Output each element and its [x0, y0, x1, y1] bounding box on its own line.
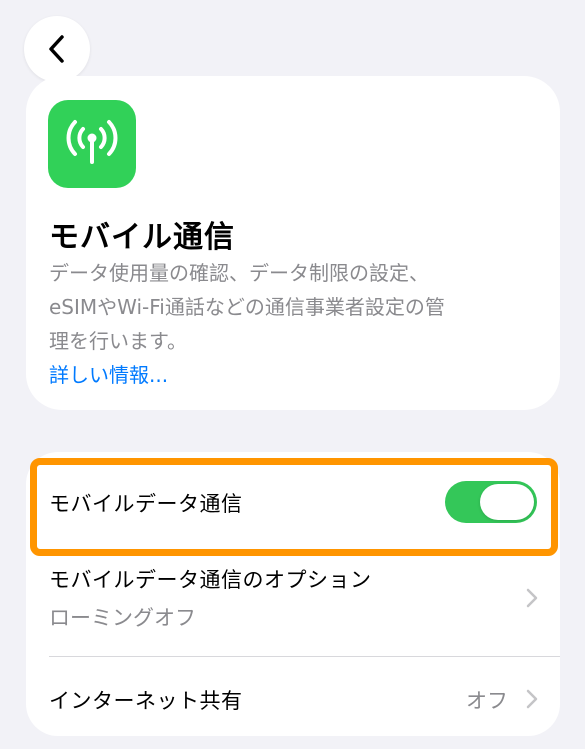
page-title: モバイル通信 [49, 220, 235, 255]
description: データ使用量の確認、データ制限の設定、 eSIMやWi-Fi通話などの通信事業者… [49, 256, 539, 358]
mobile-data-row: モバイルデータ通信 [26, 452, 560, 548]
personal-hotspot-value: オフ [466, 689, 508, 713]
personal-hotspot-label: インターネット共有 [49, 689, 243, 713]
chevron-left-icon [49, 35, 64, 63]
toggle-knob [480, 484, 534, 520]
description-line: データ使用量の確認、データ制限の設定、 [49, 261, 429, 285]
settings-group: モバイルデータ通信 モバイルデータ通信のオプション ローミングオフ インターネッ… [26, 452, 560, 736]
mobile-data-options-label: モバイルデータ通信のオプション [49, 568, 372, 592]
back-button[interactable] [24, 16, 90, 82]
learn-more-link[interactable]: 詳しい情報... [49, 358, 168, 392]
mobile-data-toggle[interactable] [445, 481, 537, 523]
roaming-status: ローミングオフ [49, 606, 196, 630]
antenna-icon [48, 100, 136, 188]
chevron-right-icon [526, 588, 538, 608]
chevron-right-icon [526, 689, 538, 709]
mobile-data-label: モバイルデータ通信 [49, 492, 243, 516]
mobile-data-options-row[interactable]: モバイルデータ通信のオプション ローミングオフ [26, 548, 560, 656]
header-card: モバイル通信 データ使用量の確認、データ制限の設定、 eSIMやWi-Fi通話な… [26, 76, 560, 410]
description-line: 理を行います。 [49, 329, 187, 353]
personal-hotspot-row[interactable]: インターネット共有 オフ [26, 657, 560, 736]
description-line: eSIMやWi-Fi通話などの通信事業者設定の管 [49, 295, 445, 319]
